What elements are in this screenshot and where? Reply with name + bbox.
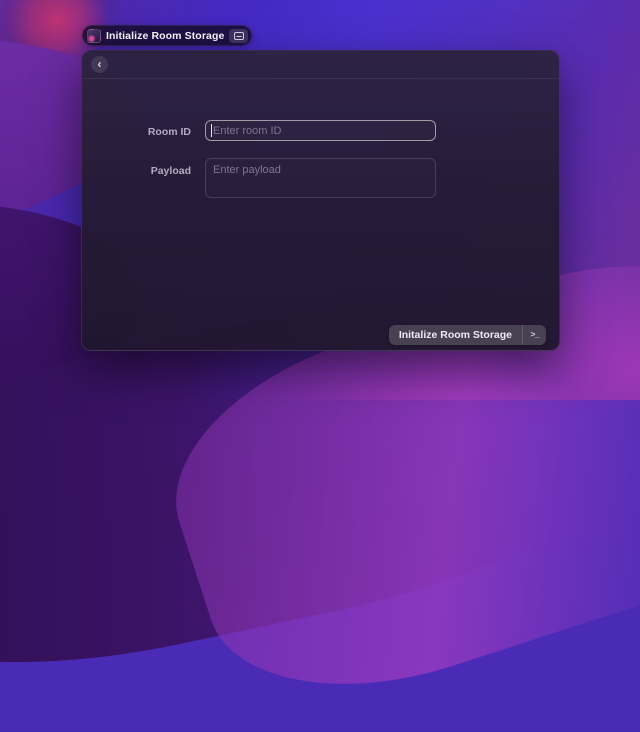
extension-icon — [87, 29, 101, 43]
action-button-label: Initalize Room Storage — [389, 329, 522, 341]
archive-icon — [234, 32, 244, 40]
chevron-left-icon: ‹ — [98, 58, 102, 70]
room-id-input[interactable] — [205, 120, 436, 141]
command-pill-badge — [229, 29, 248, 43]
text-cursor — [211, 124, 212, 137]
terminal-icon: >_ — [523, 330, 546, 340]
command-pill-label: Initialize Room Storage — [106, 30, 224, 42]
payload-textarea[interactable] — [205, 158, 436, 198]
command-pill[interactable]: Initialize Room Storage — [82, 25, 252, 46]
initialize-room-storage-button[interactable]: Initalize Room Storage >_ — [389, 325, 546, 345]
room-id-label: Room ID — [102, 126, 191, 138]
main-window: ‹ Room ID Payload Initalize Room Storage… — [81, 50, 560, 351]
back-button[interactable]: ‹ — [91, 56, 108, 73]
window-header: ‹ — [82, 51, 559, 79]
payload-label: Payload — [102, 165, 191, 177]
